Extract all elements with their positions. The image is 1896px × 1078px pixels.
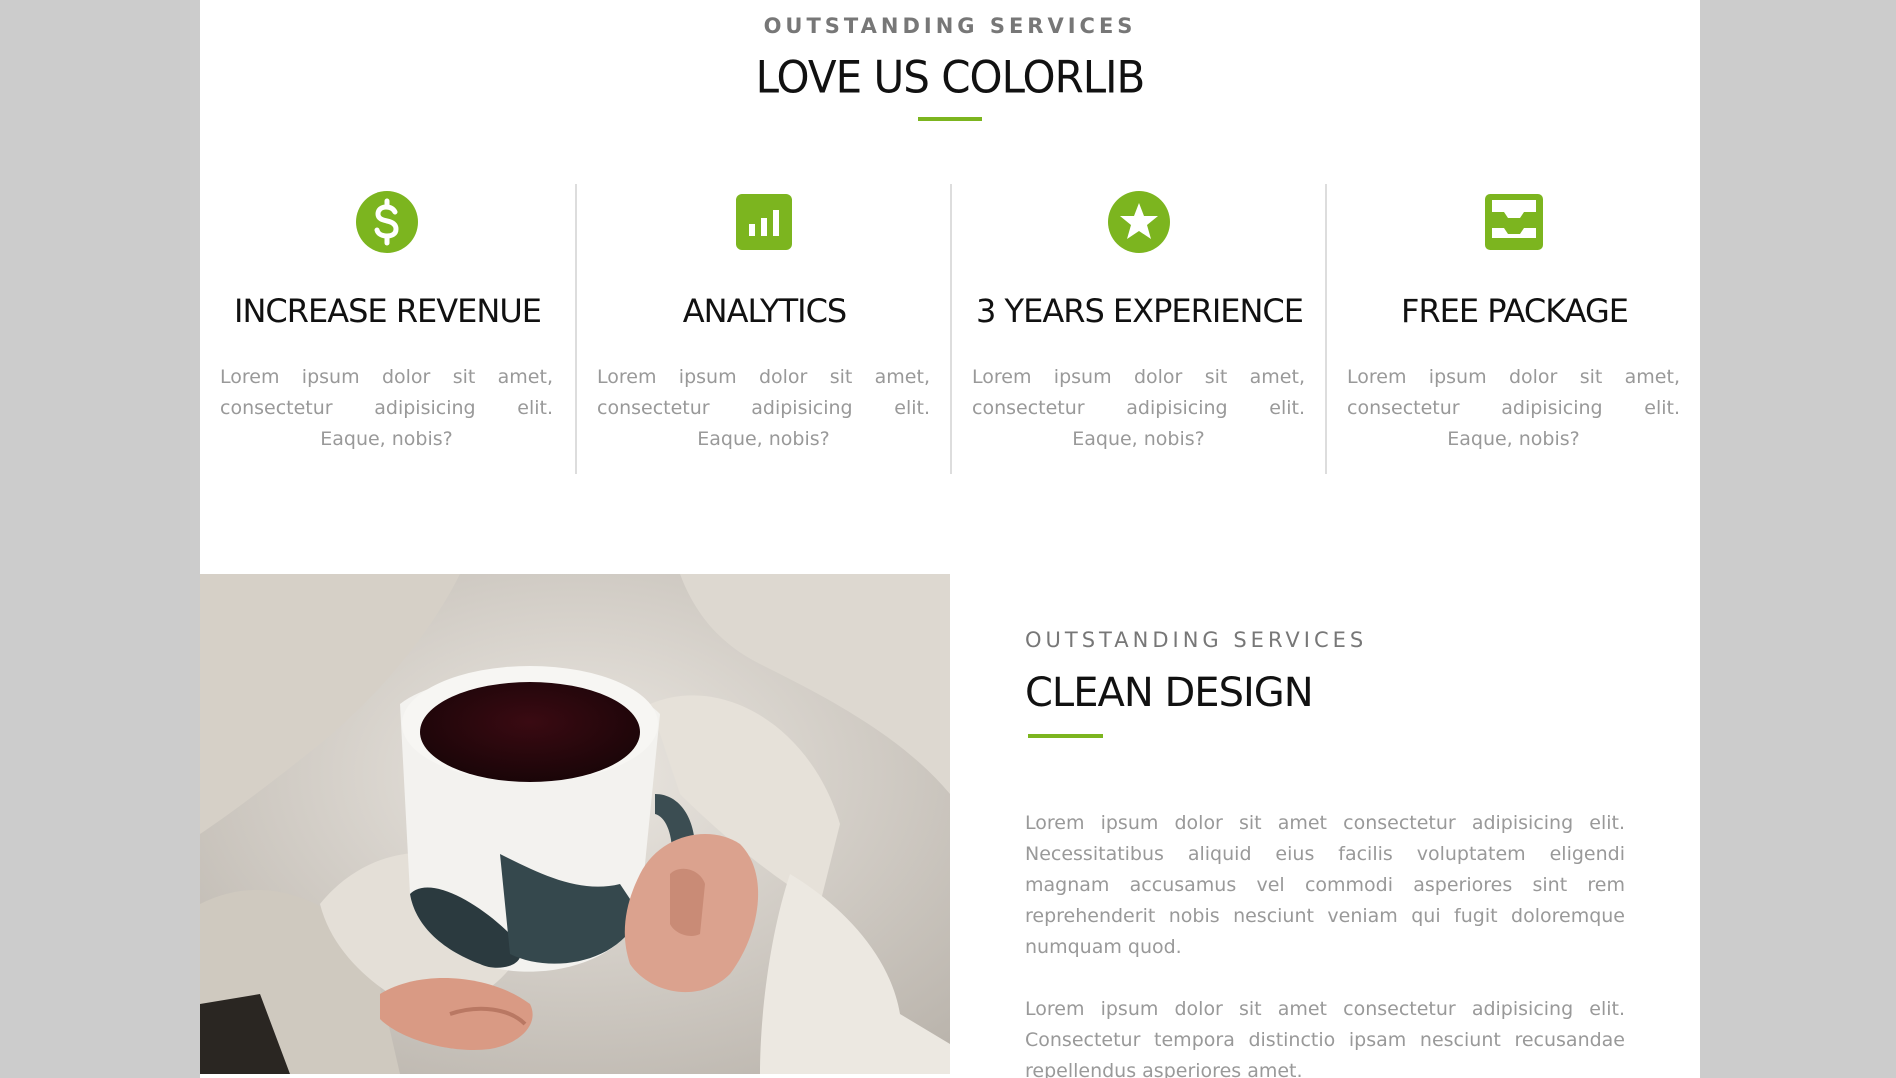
feature-free-package: FREE PACKAGE Lorem ipsum dolor sit amet,… xyxy=(1325,184,1700,474)
coffee-mug-photo xyxy=(200,574,950,1074)
feature-text: Lorem ipsum dolor sit amet, consectetur … xyxy=(972,366,1305,450)
services-title: LOVE US COLORLIB xyxy=(755,51,1146,104)
feature-title: ANALYTICS xyxy=(682,292,847,330)
title-underline xyxy=(918,117,982,121)
page-content: OUTSTANDING SERVICES LOVE US COLORLIB IN… xyxy=(200,0,1700,1078)
feature-3-years-experience: 3 YEARS EXPERIENCE Lorem ipsum dolor sit… xyxy=(950,184,1327,474)
feature-text: Lorem ipsum dolor sit amet, consectetur … xyxy=(597,366,930,450)
services-eyebrow: OUTSTANDING SERVICES xyxy=(763,14,1137,38)
star-circle-icon xyxy=(1108,191,1170,253)
bar-chart-icon xyxy=(736,194,792,250)
feature-text: Lorem ipsum dolor sit amet, consectetur … xyxy=(1347,366,1680,450)
feature-analytics: ANALYTICS Lorem ipsum dolor sit amet, co… xyxy=(575,184,952,474)
design-paragraph: Lorem ipsum dolor sit amet consectetur a… xyxy=(1025,998,1625,1078)
design-paragraph: Lorem ipsum dolor sit amet consectetur a… xyxy=(1025,812,1625,958)
design-title: CLEAN DESIGN xyxy=(1025,670,1314,716)
feature-text: Lorem ipsum dolor sit amet, consectetur … xyxy=(220,366,553,450)
feature-title: 3 YEARS EXPERIENCE xyxy=(976,292,1304,330)
package-tray-icon xyxy=(1485,194,1543,250)
dollar-circle-icon xyxy=(356,191,418,253)
design-title-underline xyxy=(1028,734,1103,738)
design-eyebrow: OUTSTANDING SERVICES xyxy=(1025,628,1368,652)
feature-title: FREE PACKAGE xyxy=(1401,292,1629,330)
coffee-mug-image xyxy=(200,574,950,1074)
feature-increase-revenue: INCREASE REVENUE Lorem ipsum dolor sit a… xyxy=(200,184,575,474)
feature-title: INCREASE REVENUE xyxy=(234,292,542,330)
features-row: INCREASE REVENUE Lorem ipsum dolor sit a… xyxy=(200,184,1700,474)
